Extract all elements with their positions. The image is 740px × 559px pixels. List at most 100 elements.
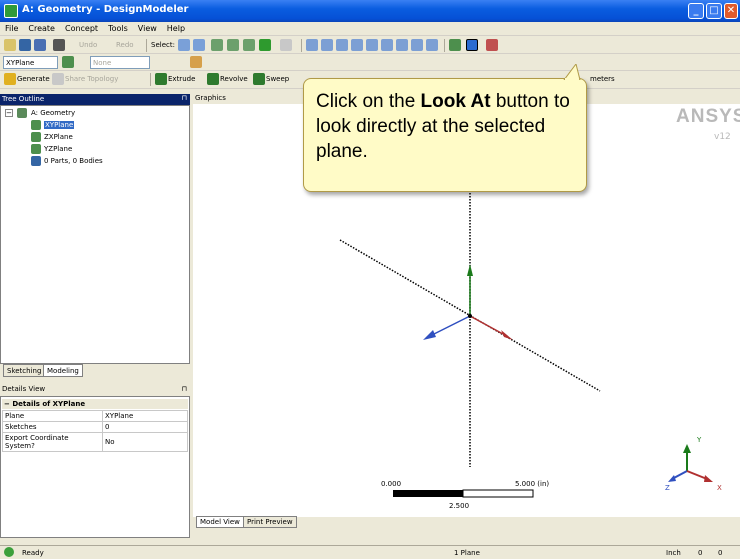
- prop-value[interactable]: 0: [102, 421, 188, 433]
- window-title: A: Geometry - DesignModeler: [22, 4, 189, 15]
- status-selection: 1 Plane: [454, 549, 480, 557]
- generate-icon: [4, 73, 16, 85]
- details-table: Plane XYPlane Sketches 0 Export Coordinate…: [2, 410, 188, 452]
- plane-icon: [31, 120, 41, 130]
- status-value-1: 0: [698, 549, 703, 557]
- zoom-to-fit-icon[interactable]: [366, 39, 378, 51]
- sweep-button[interactable]: Sweep: [266, 75, 289, 83]
- new-plane-small-icon[interactable]: [62, 56, 74, 68]
- sweep-icon: [253, 73, 265, 85]
- box-zoom-icon[interactable]: [351, 39, 363, 51]
- generate-button[interactable]: Generate: [17, 75, 50, 83]
- tab-model-view[interactable]: Model View: [196, 516, 244, 528]
- callout-pointer: [563, 64, 581, 80]
- select-label: Select:: [151, 41, 175, 49]
- pin-icon[interactable]: ⊓: [182, 94, 187, 102]
- callout-prefix: Click on the: [316, 91, 421, 112]
- select-faces-icon[interactable]: [243, 39, 255, 51]
- extend-selection-icon[interactable]: [280, 39, 292, 51]
- prop-value[interactable]: XYPlane: [102, 410, 188, 422]
- select-type-icon[interactable]: [193, 39, 205, 51]
- menu-view[interactable]: View: [133, 22, 162, 33]
- menu-create[interactable]: Create: [23, 22, 60, 33]
- table-row: Export Coordinate System? No: [2, 432, 188, 452]
- prop-value[interactable]: No: [102, 432, 188, 452]
- revolve-icon: [207, 73, 219, 85]
- status-units: Inch: [666, 549, 681, 557]
- menu-bar: File Create Concept Tools View Help: [0, 22, 740, 36]
- title-bar: A: Geometry - DesignModeler _ □ ✕: [0, 0, 740, 22]
- extrude-icon: [155, 73, 167, 85]
- triad-z-label: Z: [665, 484, 670, 492]
- look-at-icon[interactable]: [466, 39, 478, 51]
- geometry-icon: [17, 108, 27, 118]
- select-mode-icon[interactable]: [178, 39, 190, 51]
- pan-icon[interactable]: [321, 39, 333, 51]
- x-direction-arrow: [469, 315, 504, 335]
- share-topology-button[interactable]: Share Topology: [65, 75, 118, 83]
- scale-bar-white: [462, 489, 534, 498]
- next-view-icon[interactable]: [411, 39, 423, 51]
- tab-print-preview[interactable]: Print Preview: [243, 516, 297, 528]
- tab-modeling[interactable]: Modeling: [43, 364, 83, 377]
- main-toolbar: Undo Redo Select:: [0, 37, 740, 54]
- details-header: Details View ⊓: [0, 384, 190, 395]
- app-icon: [4, 4, 18, 18]
- collapse-icon[interactable]: −: [5, 109, 13, 117]
- parts-icon: [31, 156, 41, 166]
- tree-item-parts[interactable]: 0 Parts, 0 Bodies: [44, 157, 103, 165]
- scale-mid: 2.500: [449, 502, 470, 510]
- details-section[interactable]: − Details of XYPlane: [2, 399, 188, 409]
- plane-combo[interactable]: XYPlane: [3, 56, 58, 69]
- tree-root[interactable]: A: Geometry: [31, 109, 75, 117]
- tab-sketching[interactable]: Sketching: [3, 364, 46, 377]
- menu-help[interactable]: Help: [162, 22, 190, 33]
- tree-item-xyplane[interactable]: XYPlane: [44, 121, 75, 129]
- share-topology-icon: [52, 73, 64, 85]
- isometric-view-icon[interactable]: [426, 39, 438, 51]
- close-button[interactable]: ✕: [724, 3, 738, 19]
- tree-outline-title: Tree Outline: [2, 95, 45, 103]
- export-icon[interactable]: [34, 39, 46, 51]
- plane-icon: [31, 132, 41, 142]
- callout-bold: Look At: [420, 91, 491, 112]
- save-icon[interactable]: [19, 39, 31, 51]
- magnifier-icon[interactable]: [381, 39, 393, 51]
- select-points-icon[interactable]: [211, 39, 223, 51]
- tree-item-yzplane[interactable]: YZPlane: [44, 145, 72, 153]
- new-sketch-icon[interactable]: [190, 56, 202, 68]
- pin-icon[interactable]: ⊓: [182, 385, 187, 393]
- z-direction-arrow: [433, 315, 471, 335]
- previous-view-icon[interactable]: [396, 39, 408, 51]
- tree-outline: − A: Geometry XYPlane ZXPlane YZPlane 0 …: [0, 105, 190, 364]
- status-bar: Ready 1 Plane Inch 0 0: [0, 545, 740, 559]
- maximize-button[interactable]: □: [706, 3, 722, 19]
- menu-tools[interactable]: Tools: [103, 22, 133, 33]
- sketch-combo[interactable]: None: [90, 56, 150, 69]
- redo-button[interactable]: Redo: [116, 41, 134, 49]
- parameters-button[interactable]: meters: [590, 75, 615, 83]
- table-row: Plane XYPlane: [2, 410, 188, 422]
- screenshot-icon[interactable]: [53, 39, 65, 51]
- details-section-title: Details of XYPlane: [12, 400, 86, 408]
- tree-item-zxplane[interactable]: ZXPlane: [44, 133, 73, 141]
- select-edges-icon[interactable]: [227, 39, 239, 51]
- revolve-button[interactable]: Revolve: [220, 75, 248, 83]
- triad-x: [686, 470, 708, 480]
- zoom-icon[interactable]: [336, 39, 348, 51]
- triad-y-label: Y: [697, 436, 702, 444]
- new-icon[interactable]: [4, 39, 16, 51]
- minimize-button[interactable]: _: [688, 3, 704, 19]
- scale-start: 0.000: [381, 480, 402, 488]
- plane-icon: [31, 144, 41, 154]
- rotate-icon[interactable]: [306, 39, 318, 51]
- menu-concept[interactable]: Concept: [60, 22, 103, 33]
- select-bodies-icon[interactable]: [259, 39, 271, 51]
- undo-button[interactable]: Undo: [79, 41, 97, 49]
- prop-name: Export Coordinate System?: [2, 432, 103, 452]
- new-plane-icon[interactable]: [449, 39, 461, 51]
- ready-icon: [4, 547, 14, 557]
- menu-file[interactable]: File: [0, 22, 23, 33]
- extrude-button[interactable]: Extrude: [168, 75, 195, 83]
- point-icon[interactable]: [486, 39, 498, 51]
